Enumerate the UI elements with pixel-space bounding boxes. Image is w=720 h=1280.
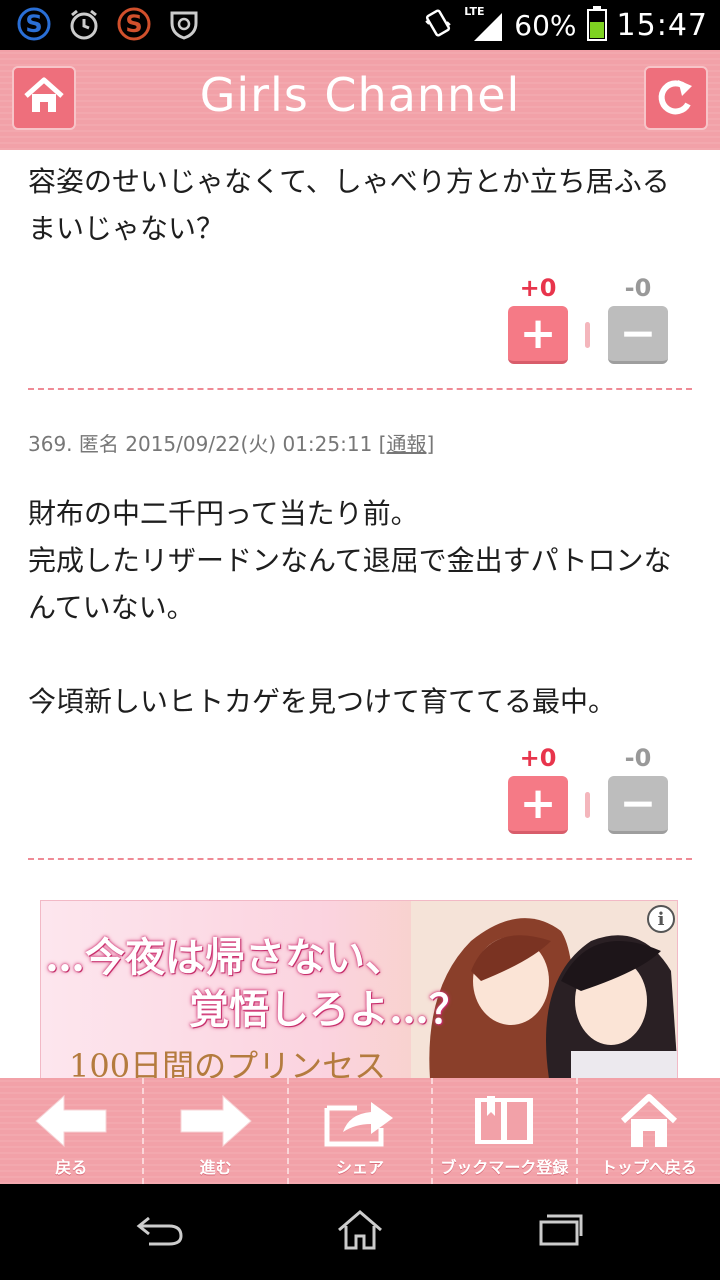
ad-info-icon[interactable]: i [647, 905, 675, 933]
report-link[interactable]: [通報] [379, 432, 435, 456]
back-label: 戻る [55, 1158, 88, 1177]
battery-percent: 60% [514, 8, 577, 42]
battery-icon [586, 5, 607, 45]
svg-text:S: S [25, 10, 42, 38]
back-icon [135, 1212, 185, 1252]
comment-divider [28, 858, 692, 860]
top-button[interactable]: トップへ戻る [575, 1078, 720, 1184]
minus-count: -0 [624, 744, 652, 772]
nav-recent-button[interactable] [530, 1208, 590, 1256]
minus-vote-button[interactable]: − [608, 776, 668, 834]
vote-separator [585, 322, 590, 348]
signal-icon: LTE [464, 5, 504, 45]
ad-headline: 覚悟しろよ…？ [189, 986, 469, 1033]
arrow-right-icon [179, 1092, 253, 1150]
clock: 15:47 [616, 7, 708, 43]
comment-list[interactable]: 容姿のせいじゃなくて、しゃべり方とか立ち居ふるまいじゃない？ +0 -0 + −… [0, 150, 720, 1078]
plus-vote-button[interactable]: + [508, 306, 568, 364]
plus-count: +0 [519, 744, 557, 772]
home-icon [619, 1092, 679, 1150]
recent-apps-icon [535, 1212, 585, 1252]
plus-vote-button[interactable]: + [508, 776, 568, 834]
arrow-left-icon [34, 1092, 108, 1150]
back-button[interactable]: 戻る [0, 1078, 142, 1184]
top-label: トップへ戻る [600, 1158, 697, 1177]
header-reload-button[interactable] [644, 66, 708, 130]
comment-body: 容姿のせいじゃなくて、しゃべり方とか立ち居ふるまいじゃない？ [28, 165, 670, 245]
system-nav-bar [0, 1184, 720, 1280]
comment-body: 財布の中二千円って当たり前。 完成したリザードンなんて退屈で金出すパトロンなんて… [28, 497, 672, 718]
forward-label: 進む [199, 1158, 232, 1177]
report-link-label: 通報 [386, 432, 427, 456]
system-indicators: LTE 60% 15:47 [422, 0, 708, 50]
vote-separator [585, 792, 590, 818]
forward-button[interactable]: 進む [142, 1078, 286, 1184]
comment-divider [28, 388, 692, 390]
app-header: Girls Channel [0, 50, 720, 150]
vote-controls: +0 -0 + − [508, 274, 668, 364]
svg-text:S: S [125, 10, 142, 38]
nav-home-button[interactable] [330, 1208, 390, 1256]
home-icon [335, 1208, 385, 1256]
ad-headline: …今夜は帰さない、 [45, 934, 405, 981]
share-label: シェア [336, 1158, 385, 1177]
minus-count: -0 [624, 274, 652, 302]
plus-count: +0 [519, 274, 557, 302]
share-button[interactable]: シェア [286, 1078, 431, 1184]
s-app-icon-2: S [116, 6, 152, 42]
vibrate-icon [422, 7, 454, 43]
vote-controls: +0 -0 + − [508, 744, 668, 834]
ad-banner[interactable]: …今夜は帰さない、 覚悟しろよ…？ 100日間のプリンセス i [40, 900, 678, 1078]
alarm-clock-icon [66, 6, 102, 42]
status-bar: S S LTE 60% 15:47 [0, 0, 720, 50]
reload-icon [654, 74, 698, 122]
bottom-toolbar: 戻る 進む シェア ブックマーク登録 トップへ戻る [0, 1078, 720, 1184]
bookmark-label: ブックマーク登録 [440, 1158, 569, 1177]
bookmark-button[interactable]: ブックマーク登録 [431, 1078, 575, 1184]
bookmark-book-icon [471, 1092, 537, 1150]
minus-vote-button[interactable]: − [608, 306, 668, 364]
ad-product-name: 100日間のプリンセス [69, 1047, 387, 1078]
s-app-icon: S [16, 6, 52, 42]
app-title: Girls Channel [199, 68, 521, 122]
share-icon [323, 1092, 397, 1150]
comment-header: 369. 匿名 2015/09/22(火) 01:25:11 [28, 432, 373, 456]
shield-icon [166, 6, 202, 42]
nav-back-button[interactable] [130, 1208, 190, 1256]
comment-meta: 369. 匿名 2015/09/22(火) 01:25:11 [通報] [28, 428, 434, 457]
notification-icons: S S [16, 6, 202, 42]
